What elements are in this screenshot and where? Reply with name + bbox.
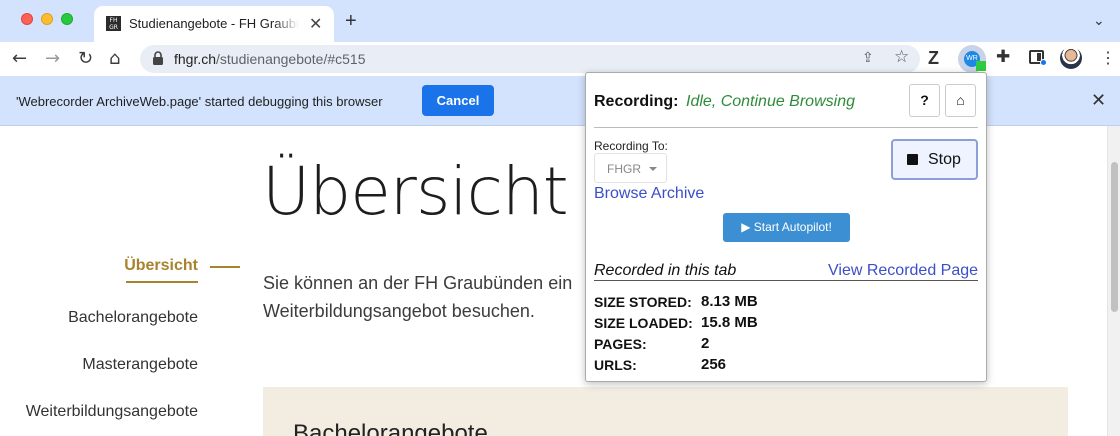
divider (594, 127, 978, 128)
browser-tab[interactable]: FH GR Studienangebote - FH Graubünden ✕ (94, 6, 334, 42)
address-bar[interactable]: fhgr.ch/studienangebote/#c515 ⇪ ☆ (140, 45, 920, 73)
new-tab-button[interactable]: + (345, 10, 357, 33)
url-host: fhgr.ch (174, 51, 217, 67)
reload-icon[interactable]: ↻ (78, 48, 93, 69)
zotero-extension-icon[interactable]: Z (928, 48, 939, 69)
stat-urls-key: URLS: (594, 357, 637, 373)
page-heading: Übersicht (262, 153, 569, 230)
stat-size-loaded-key: SIZE LOADED: (594, 315, 693, 331)
stat-urls-value: 256 (701, 356, 727, 373)
side-panel-badge (1040, 59, 1047, 66)
cancel-debugging-button[interactable]: Cancel (422, 85, 494, 116)
stat-size-loaded-value: 15.8 MB (701, 314, 758, 331)
tab-title: Studienangebote - FH Graubünden (129, 16, 299, 31)
stop-label: Stop (928, 151, 961, 168)
stop-button[interactable]: Stop (891, 139, 978, 180)
stat-pages-value: 2 (701, 335, 710, 352)
url-text: fhgr.ch/studienangebote/#c515 (174, 51, 366, 67)
extensions-puzzle-icon[interactable]: ✚ (996, 47, 1010, 67)
bachelor-section: Bachelorangebote (263, 387, 1068, 436)
sidebar-item-bachelorangebote[interactable]: Bachelorangebote (68, 309, 198, 327)
intro-paragraph: Sie können an der FH Graubünden ein Weit… (263, 273, 573, 321)
window-maximize-button[interactable] (61, 13, 73, 25)
sidebar-item-weiterbildungsangebote[interactable]: Weiterbildungsangebote (26, 403, 198, 421)
sidebar-active-underline (126, 281, 198, 283)
forward-arrow-icon[interactable]: → (45, 48, 60, 69)
view-recorded-page-link[interactable]: View Recorded Page (828, 262, 978, 280)
share-icon[interactable]: ⇪ (862, 49, 874, 66)
recorded-in-tab-label: Recorded in this tab (594, 262, 737, 279)
help-button[interactable]: ? (909, 84, 940, 117)
recording-label: Recording: (594, 93, 679, 110)
sidebar-active-dash (210, 266, 240, 268)
start-autopilot-button[interactable]: ▶ Start Autopilot! (723, 213, 850, 242)
home-icon: ⌂ (956, 92, 965, 108)
browser-toolbar: ← → ↻ ⌂ fhgr.ch/studienangebote/#c515 ⇪ … (0, 42, 1120, 76)
home-icon[interactable]: ⌂ (109, 48, 120, 69)
sidebar-item-uebersicht[interactable]: Übersicht (124, 257, 198, 275)
recording-status: Idle, Continue Browsing (686, 93, 855, 110)
tab-strip: FH GR Studienangebote - FH Graubünden ✕ … (0, 0, 1120, 42)
window-close-button[interactable] (21, 13, 33, 25)
sidebar-item-masterangebote[interactable]: Masterangebote (82, 356, 198, 374)
window-minimize-button[interactable] (41, 13, 53, 25)
webrecorder-extension-button[interactable]: WR (958, 45, 986, 73)
recording-indicator-badge (976, 61, 986, 71)
webrecorder-popup: Recording: Idle, Continue Browsing ? ⌂ R… (585, 72, 987, 382)
collection-select[interactable]: FHGR (594, 153, 667, 183)
tab-close-icon[interactable]: ✕ (309, 14, 322, 34)
url-path: /studienangebote/#c515 (216, 51, 366, 67)
page-scrollbar[interactable] (1107, 126, 1120, 436)
home-button[interactable]: ⌂ (945, 84, 976, 117)
stat-size-stored-value: 8.13 MB (701, 293, 758, 310)
scrollbar-thumb[interactable] (1111, 162, 1118, 312)
tab-search-chevron-icon[interactable]: ⌄ (1093, 12, 1105, 29)
stat-pages-key: PAGES: (594, 336, 647, 352)
fhgr-favicon-icon: FH GR (106, 16, 121, 31)
bookmark-star-icon[interactable]: ☆ (894, 47, 909, 67)
section-title: Bachelorangebote (293, 420, 488, 436)
back-arrow-icon[interactable]: ← (12, 48, 27, 69)
browse-archive-link[interactable]: Browse Archive (594, 185, 704, 203)
lock-icon (153, 51, 163, 65)
infobar-close-icon[interactable]: ✕ (1091, 90, 1106, 111)
stat-size-stored-key: SIZE STORED: (594, 294, 692, 310)
recording-to-label: Recording To: (594, 139, 668, 153)
stop-icon (907, 154, 918, 165)
profile-avatar[interactable] (1060, 47, 1082, 69)
browser-menu-icon[interactable]: ⋮ (1100, 48, 1116, 68)
infobar-message: 'Webrecorder ArchiveWeb.page' started de… (16, 94, 383, 109)
stats-divider (594, 280, 978, 281)
